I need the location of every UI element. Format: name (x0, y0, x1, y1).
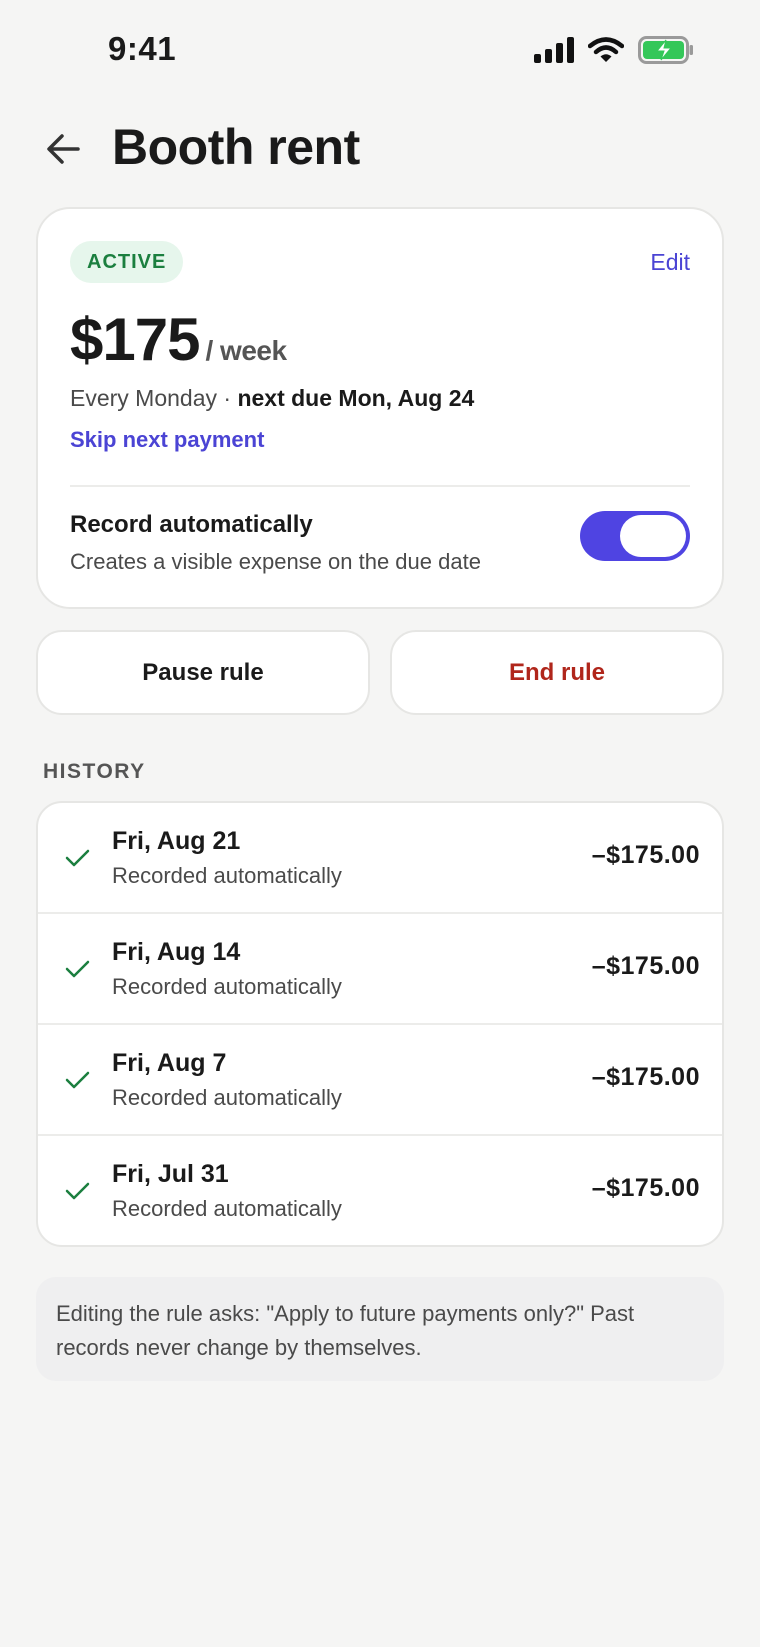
history-item[interactable]: Fri, Jul 31 Recorded automatically –$175… (38, 1136, 722, 1245)
battery-charging-icon (638, 36, 694, 69)
history-amount: –$175.00 (591, 1063, 700, 1091)
auto-record-subtitle: Creates a visible expense on the due dat… (70, 549, 481, 574)
toggle-knob (620, 515, 686, 557)
history-date: Fri, Jul 31 (112, 1160, 229, 1188)
history-note: Recorded automatically (112, 1196, 342, 1221)
rule-period: / week (205, 335, 287, 366)
history-amount: –$175.00 (591, 1174, 700, 1202)
check-icon (62, 1065, 92, 1095)
history-list: Fri, Aug 21 Recorded automatically –$175… (36, 801, 724, 1247)
status-badge: ACTIVE (70, 241, 184, 283)
schedule-frequency: Every Monday · (70, 385, 238, 411)
info-note: Editing the rule asks: "Apply to future … (36, 1277, 724, 1381)
arrow-left-icon (45, 133, 81, 170)
amount-row: $175 / week (70, 305, 287, 374)
status-icons (534, 36, 694, 69)
history-item[interactable]: Fri, Aug 14 Recorded automatically –$175… (38, 914, 722, 1025)
history-date: Fri, Aug 7 (112, 1049, 227, 1077)
history-date: Fri, Aug 21 (112, 827, 241, 855)
check-icon (62, 1176, 92, 1206)
rule-amount: $175 (70, 306, 200, 373)
end-rule-button[interactable]: End rule (390, 630, 724, 715)
rule-summary-card: ACTIVE Edit $175 / week Every Monday · n… (36, 207, 724, 609)
status-time: 9:41 (108, 30, 177, 67)
edit-button[interactable]: Edit (650, 249, 690, 276)
history-note: Recorded automatically (112, 974, 342, 999)
check-icon (62, 843, 92, 873)
auto-record-title: Record automatically (70, 511, 313, 538)
divider (70, 485, 690, 487)
history-amount: –$175.00 (591, 952, 700, 980)
history-note: Recorded automatically (112, 1085, 342, 1110)
pause-rule-button[interactable]: Pause rule (36, 630, 370, 715)
signal-icon (534, 37, 574, 68)
history-note: Recorded automatically (112, 863, 342, 888)
skip-next-payment-link[interactable]: Skip next payment (70, 427, 264, 453)
schedule-line: Every Monday · next due Mon, Aug 24 (70, 385, 474, 412)
wifi-icon (587, 37, 625, 68)
history-item[interactable]: Fri, Aug 21 Recorded automatically –$175… (38, 803, 722, 914)
status-bar: 9:41 (0, 0, 760, 100)
page-title: Booth rent (112, 119, 360, 175)
history-amount: –$175.00 (591, 841, 700, 869)
next-due-date: next due Mon, Aug 24 (237, 385, 475, 411)
back-button[interactable] (40, 128, 86, 174)
history-section-label: HISTORY (43, 760, 146, 783)
history-date: Fri, Aug 14 (112, 938, 241, 966)
auto-record-toggle[interactable] (580, 511, 690, 561)
header: Booth rent (0, 110, 760, 190)
check-icon (62, 954, 92, 984)
history-item[interactable]: Fri, Aug 7 Recorded automatically –$175.… (38, 1025, 722, 1136)
